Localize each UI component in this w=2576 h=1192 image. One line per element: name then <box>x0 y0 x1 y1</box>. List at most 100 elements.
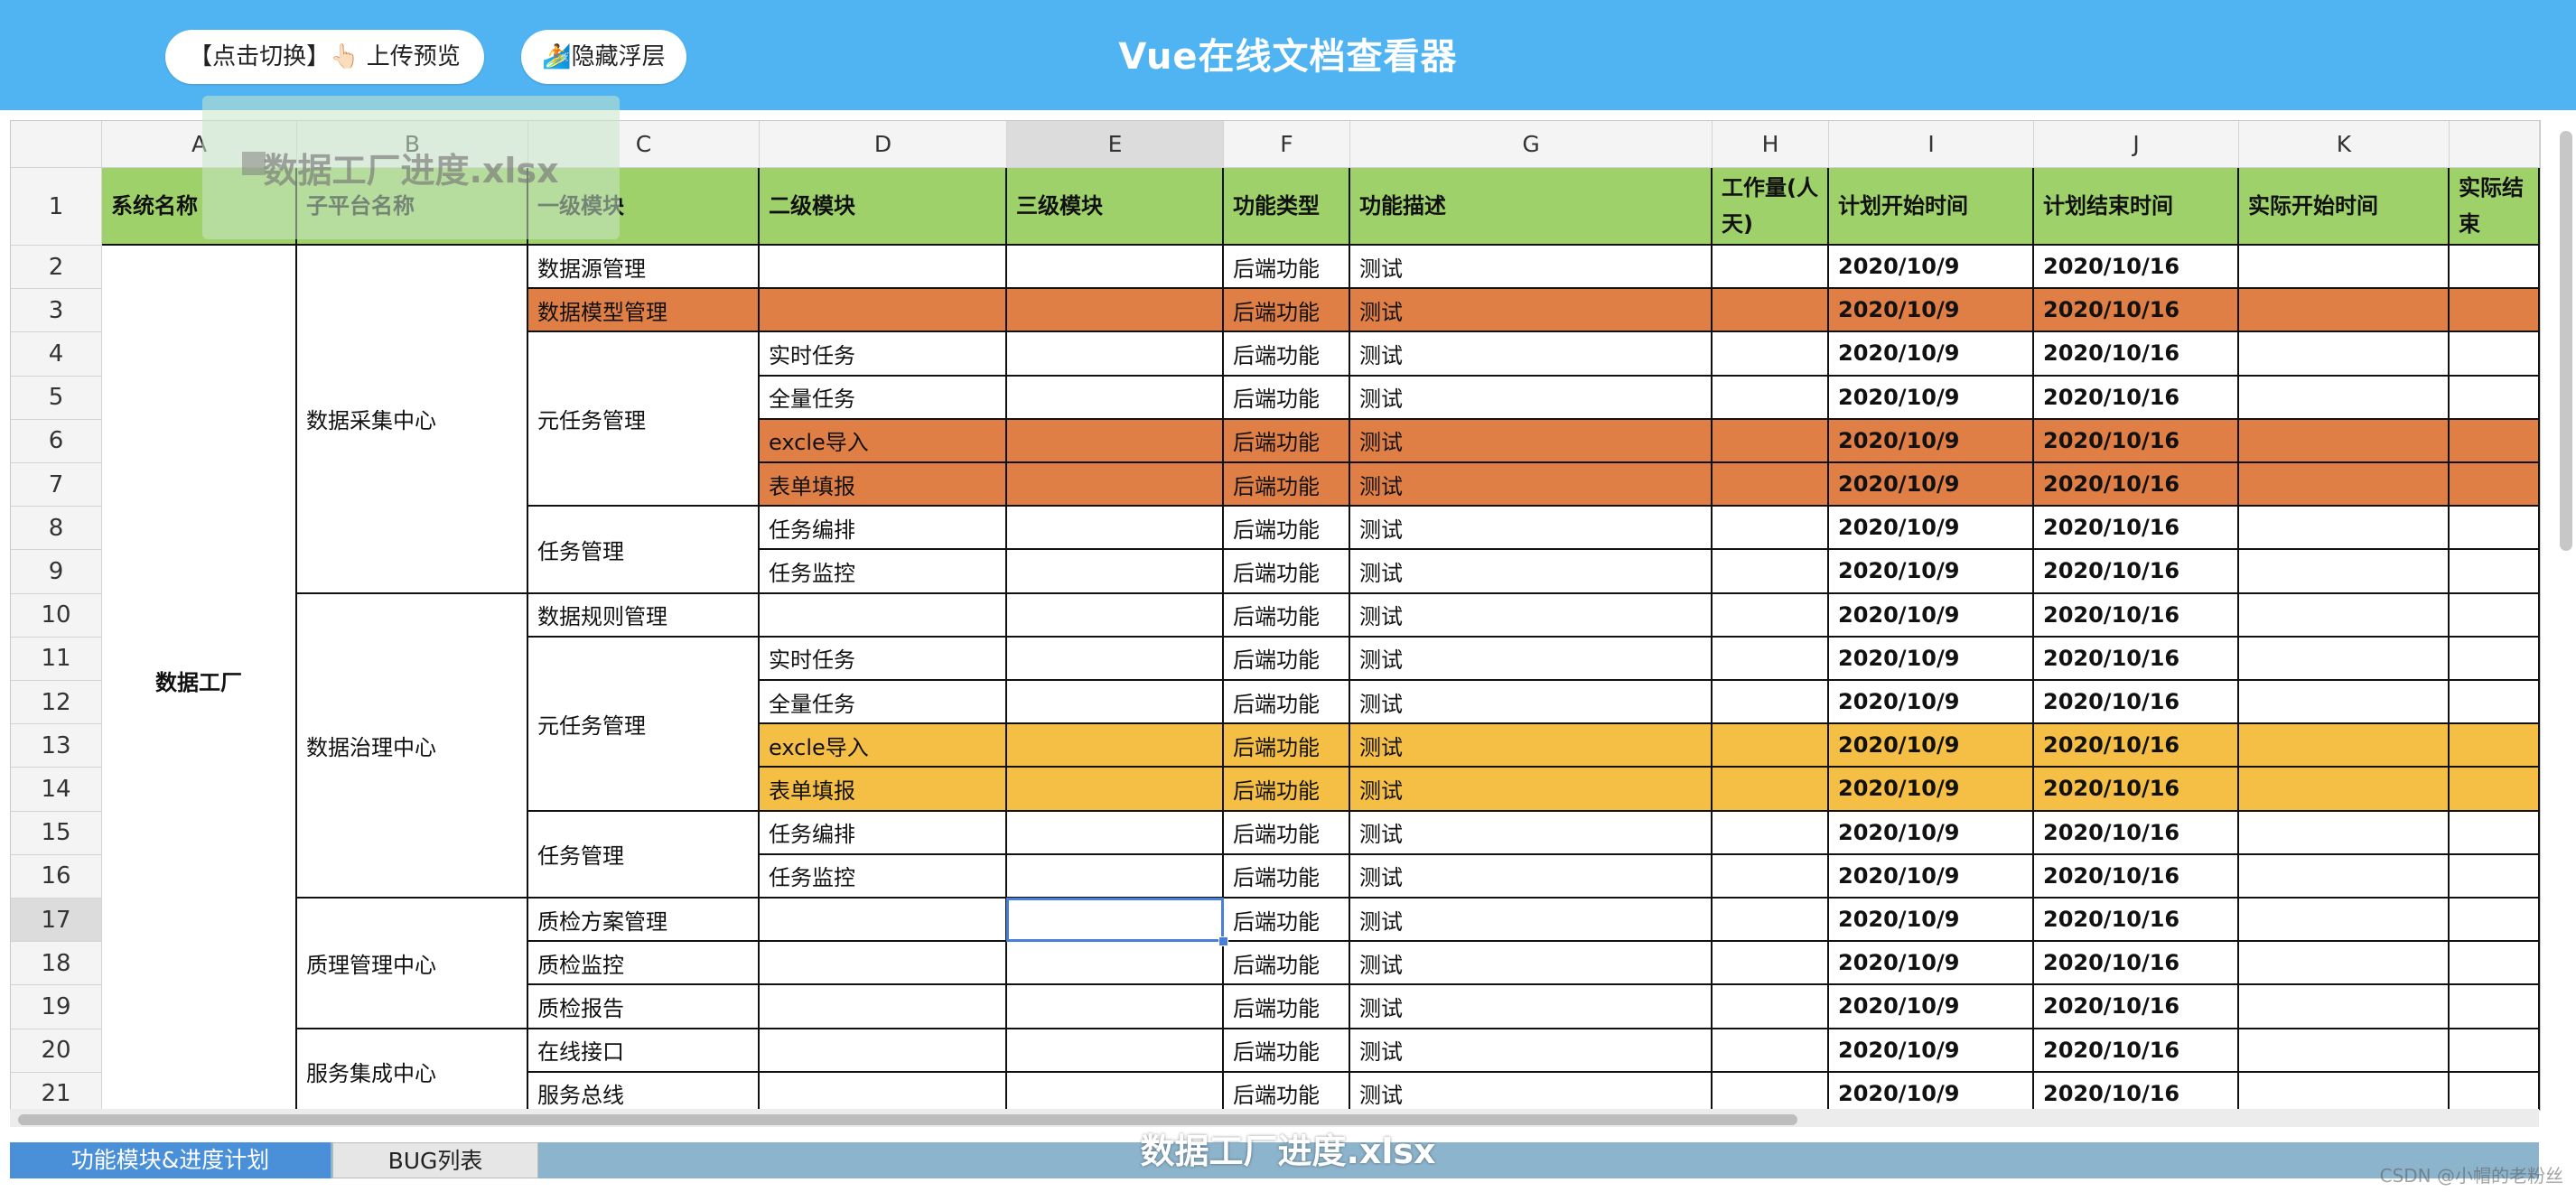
actual-start-cell[interactable] <box>2239 854 2450 899</box>
level3-cell[interactable] <box>1007 419 1224 463</box>
func-desc-cell[interactable]: 测试 <box>1350 550 1713 594</box>
header-cell[interactable]: 实际开始时间 <box>2239 168 2450 246</box>
row-header[interactable]: 17 <box>11 899 102 943</box>
actual-start-cell[interactable] <box>2239 1072 2450 1110</box>
column-header-k[interactable]: K <box>2239 121 2450 168</box>
level3-cell[interactable] <box>1007 246 1224 290</box>
plan-start-cell[interactable]: 2020/10/9 <box>1829 942 2034 986</box>
level2-cell[interactable]: 任务编排 <box>760 811 1007 855</box>
plan-start-cell[interactable]: 2020/10/9 <box>1829 550 2034 594</box>
level2-cell[interactable]: 任务编排 <box>760 507 1007 551</box>
plan-end-cell[interactable]: 2020/10/16 <box>2034 854 2239 899</box>
level3-cell[interactable] <box>1007 854 1224 899</box>
func-type-cell[interactable]: 后端功能 <box>1224 419 1350 463</box>
func-type-cell[interactable]: 后端功能 <box>1224 550 1350 594</box>
plan-start-cell[interactable]: 2020/10/9 <box>1829 811 2034 855</box>
level3-cell[interactable] <box>1007 376 1224 420</box>
func-desc-cell[interactable]: 测试 <box>1350 376 1713 420</box>
func-desc-cell[interactable]: 测试 <box>1350 637 1713 681</box>
actual-start-cell[interactable] <box>2239 246 2450 290</box>
actual-end-cell[interactable] <box>2450 332 2540 377</box>
func-desc-cell[interactable]: 测试 <box>1350 246 1713 290</box>
plan-end-cell[interactable]: 2020/10/16 <box>2034 681 2239 725</box>
actual-end-cell[interactable] <box>2450 681 2540 725</box>
level2-cell[interactable]: 任务监控 <box>760 550 1007 594</box>
row-header[interactable]: 20 <box>11 1029 102 1073</box>
actual-end-cell[interactable] <box>2450 419 2540 463</box>
plan-end-cell[interactable]: 2020/10/16 <box>2034 289 2239 333</box>
actual-end-cell[interactable] <box>2450 811 2540 855</box>
workload-cell[interactable] <box>1713 550 1829 594</box>
level1-cell[interactable]: 任务管理 <box>528 811 760 899</box>
actual-end-cell[interactable] <box>2450 376 2540 420</box>
plan-end-cell[interactable]: 2020/10/16 <box>2034 550 2239 594</box>
func-type-cell[interactable]: 后端功能 <box>1224 637 1350 681</box>
plan-start-cell[interactable]: 2020/10/9 <box>1829 637 2034 681</box>
row-header[interactable]: 10 <box>11 593 102 638</box>
level2-cell[interactable] <box>760 1029 1007 1073</box>
workload-cell[interactable] <box>1713 681 1829 725</box>
plan-end-cell[interactable]: 2020/10/16 <box>2034 463 2239 508</box>
row-header[interactable]: 9 <box>11 550 102 594</box>
select-all-corner[interactable] <box>11 121 102 168</box>
row-header[interactable]: 4 <box>11 332 102 377</box>
func-type-cell[interactable]: 后端功能 <box>1224 985 1350 1029</box>
workload-cell[interactable] <box>1713 332 1829 377</box>
workload-cell[interactable] <box>1713 1029 1829 1073</box>
plan-start-cell[interactable]: 2020/10/9 <box>1829 899 2034 943</box>
workload-cell[interactable] <box>1713 1072 1829 1110</box>
level3-cell[interactable] <box>1007 332 1224 377</box>
level1-cell[interactable]: 元任务管理 <box>528 637 760 812</box>
column-header-h[interactable]: H <box>1713 121 1829 168</box>
func-desc-cell[interactable]: 测试 <box>1350 724 1713 768</box>
level3-cell[interactable] <box>1007 507 1224 551</box>
row-header[interactable]: 2 <box>11 246 102 290</box>
level2-cell[interactable] <box>760 593 1007 638</box>
plan-end-cell[interactable]: 2020/10/16 <box>2034 376 2239 420</box>
level2-cell[interactable]: 任务监控 <box>760 854 1007 899</box>
header-cell[interactable]: 实际结束 <box>2450 168 2540 246</box>
func-type-cell[interactable]: 后端功能 <box>1224 593 1350 638</box>
column-header-i[interactable]: I <box>1829 121 2034 168</box>
plan-start-cell[interactable]: 2020/10/9 <box>1829 289 2034 333</box>
plan-end-cell[interactable]: 2020/10/16 <box>2034 724 2239 768</box>
level2-cell[interactable]: 实时任务 <box>760 637 1007 681</box>
plan-end-cell[interactable]: 2020/10/16 <box>2034 768 2239 812</box>
column-header-d[interactable]: D <box>760 121 1007 168</box>
plan-start-cell[interactable]: 2020/10/9 <box>1829 419 2034 463</box>
level3-cell[interactable] <box>1007 1029 1224 1073</box>
plan-end-cell[interactable]: 2020/10/16 <box>2034 899 2239 943</box>
func-type-cell[interactable]: 后端功能 <box>1224 376 1350 420</box>
workload-cell[interactable] <box>1713 593 1829 638</box>
row-header[interactable]: 15 <box>11 811 102 855</box>
level1-cell[interactable]: 数据规则管理 <box>528 593 760 638</box>
func-desc-cell[interactable]: 测试 <box>1350 593 1713 638</box>
actual-start-cell[interactable] <box>2239 463 2450 508</box>
plan-start-cell[interactable]: 2020/10/9 <box>1829 854 2034 899</box>
actual-end-cell[interactable] <box>2450 637 2540 681</box>
actual-end-cell[interactable] <box>2450 463 2540 508</box>
actual-end-cell[interactable] <box>2450 724 2540 768</box>
plan-start-cell[interactable]: 2020/10/9 <box>1829 376 2034 420</box>
header-cell[interactable]: 工作量(人天) <box>1713 168 1829 246</box>
func-type-cell[interactable]: 后端功能 <box>1224 681 1350 725</box>
actual-start-cell[interactable] <box>2239 550 2450 594</box>
row-header[interactable]: 18 <box>11 942 102 986</box>
plan-start-cell[interactable]: 2020/10/9 <box>1829 985 2034 1029</box>
row-header[interactable]: 14 <box>11 768 102 812</box>
level3-cell[interactable] <box>1007 681 1224 725</box>
level3-cell[interactable] <box>1007 289 1224 333</box>
func-desc-cell[interactable]: 测试 <box>1350 942 1713 986</box>
plan-end-cell[interactable]: 2020/10/16 <box>2034 942 2239 986</box>
row-header[interactable]: 6 <box>11 419 102 463</box>
level2-cell[interactable] <box>760 942 1007 986</box>
actual-end-cell[interactable] <box>2450 1072 2540 1110</box>
actual-end-cell[interactable] <box>2450 768 2540 812</box>
func-type-cell[interactable]: 后端功能 <box>1224 899 1350 943</box>
subplatform-cell[interactable]: 服务集成中心 <box>297 1029 528 1110</box>
func-type-cell[interactable]: 后端功能 <box>1224 332 1350 377</box>
workload-cell[interactable] <box>1713 246 1829 290</box>
actual-start-cell[interactable] <box>2239 637 2450 681</box>
row-header[interactable]: 21 <box>11 1072 102 1110</box>
row-header[interactable]: 5 <box>11 376 102 420</box>
